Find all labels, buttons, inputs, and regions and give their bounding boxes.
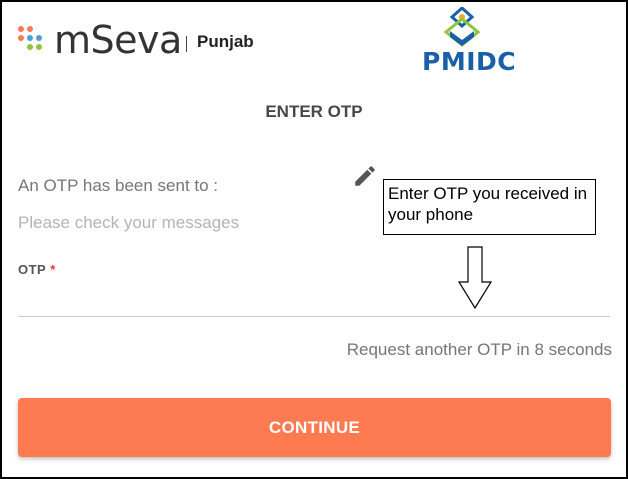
pmidc-logo: PMIDC — [422, 5, 517, 77]
brand-name: mSeva — [54, 18, 182, 62]
brand-divider — [186, 36, 187, 52]
pencil-icon[interactable] — [352, 163, 378, 189]
state-name: Punjab — [197, 32, 254, 51]
instruction-callout: Enter OTP you received in your phone — [383, 179, 596, 235]
pmidc-emblem-icon — [443, 5, 481, 47]
page-title: ENTER OTP — [265, 102, 363, 121]
check-messages-hint: Please check your messages — [18, 213, 240, 232]
otp-sent-message: An OTP has been sent to : — [18, 176, 219, 195]
resend-otp-timer: Request another OTP in 8 seconds — [346, 340, 612, 359]
otp-field-label: OTP * — [18, 262, 56, 277]
otp-screen: mSeva Punjab PMIDC ENTER OTP An OTP has … — [0, 0, 628, 479]
pmidc-logo-text: PMIDC — [422, 47, 517, 76]
otp-input[interactable] — [18, 282, 610, 317]
required-asterisk: * — [50, 262, 56, 277]
otp-label-text: OTP — [18, 262, 47, 277]
mseva-dots-icon — [18, 26, 48, 56]
continue-button[interactable]: CONTINUE — [18, 398, 611, 457]
